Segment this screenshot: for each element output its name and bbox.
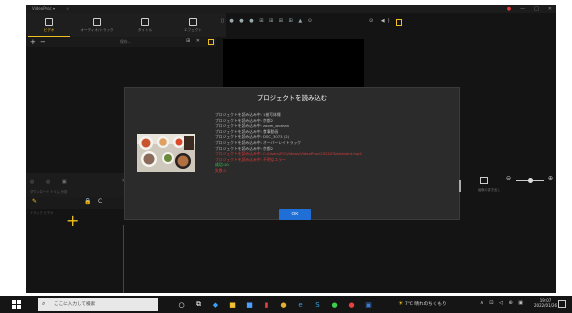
- tab-label: オーディオ/トラック: [80, 28, 114, 32]
- effect-icon: [189, 18, 197, 26]
- weather-widget[interactable]: ☀ 7℃ 晴れのちくもり: [398, 300, 447, 307]
- food-photo: [137, 134, 195, 172]
- library-toolbar: 保存... ⊞ ✕: [116, 37, 216, 47]
- dialog-title: プロジェクトを読み込む: [256, 94, 328, 102]
- tab-label: エフェクト: [184, 28, 202, 32]
- taskbar-search-input[interactable]: ⌕ ここに入力して検索: [38, 298, 158, 311]
- windows-start-icon[interactable]: [12, 300, 21, 309]
- tab-label: ビデオ: [43, 28, 55, 32]
- zoom-slider-knob[interactable]: [528, 178, 533, 183]
- export-image-icon[interactable]: [480, 177, 488, 184]
- chrome-icon[interactable]: ●: [278, 300, 289, 310]
- minimize-button[interactable]: —: [520, 5, 525, 13]
- video-preview: [223, 39, 364, 91]
- tab-effect[interactable]: エフェクト: [172, 13, 214, 37]
- record-icon[interactable]: ●: [507, 5, 511, 13]
- skype-icon[interactable]: S: [312, 300, 323, 310]
- audio-icon: [93, 18, 101, 26]
- load-project-dialog: プロジェクトを読み込む プロジェクトを読み込み中: 1被写体撮 プロジェクトを読…: [124, 87, 461, 220]
- add-icon[interactable]: +: [30, 37, 36, 47]
- library-tools[interactable]: ⊞ ✕: [186, 38, 202, 44]
- title-bar: VideoProc ▾ × ● — □ ✕: [26, 5, 556, 13]
- maximize-button[interactable]: □: [534, 5, 539, 13]
- zoom-in-icon[interactable]: ⊕: [548, 175, 553, 182]
- line-icon[interactable]: ●: [329, 300, 340, 310]
- track-c-icon[interactable]: C: [98, 198, 102, 205]
- search-icon: ⌕: [42, 300, 46, 307]
- desktop: VideoProc ▾ × ● — □ ✕ ビデオ オーディオ/トラック タイト…: [0, 0, 572, 313]
- ok-button[interactable]: OK: [279, 209, 311, 220]
- library-field[interactable]: 保存...: [120, 39, 131, 45]
- project-thumbnail: [137, 134, 195, 172]
- track-label: トラック ビデオ: [30, 211, 54, 215]
- store-icon[interactable]: ■: [244, 300, 255, 310]
- tab-close-icon[interactable]: ×: [66, 5, 69, 13]
- preview-audio-icons[interactable]: ⊙ ◀): [369, 18, 393, 24]
- preview-tool-icons[interactable]: ▯ ● ● ● ⊞ ⊞ ⊞ ⊞ ▲ ⊙: [221, 18, 314, 24]
- zoom-out-icon[interactable]: ⊖: [506, 175, 511, 182]
- notification-icon[interactable]: [558, 300, 566, 308]
- title-icon: [141, 18, 149, 26]
- library-export-icon[interactable]: [208, 39, 214, 45]
- pen-icon[interactable]: ✎: [32, 198, 37, 205]
- lock-icon[interactable]: 🔒: [84, 198, 91, 205]
- export-image-label: 画像の書き出し: [478, 188, 501, 192]
- preview-toolbar: ▯ ● ● ● ⊞ ⊞ ⊞ ⊞ ▲ ⊙ ⊙ ◀): [221, 17, 421, 29]
- clock-date: 2022/01/26: [534, 303, 558, 308]
- preview-export-icon[interactable]: [396, 19, 402, 26]
- tab-label: タイトル: [137, 28, 153, 32]
- failure-count: 失敗:2: [215, 167, 227, 173]
- remove-icon[interactable]: −: [40, 37, 46, 47]
- edit-tools: ◎ ◎ ▣ ダウンロード トリム 分割: [26, 173, 136, 197]
- playhead[interactable]: [123, 225, 124, 293]
- main-tab-bar: ビデオ オーディオ/トラック タイトル エフェクト: [26, 13, 226, 37]
- folder-icon[interactable]: ■: [227, 300, 238, 310]
- taskbar-apps: ○ ⧉ ◆ ■ ■ ▮ ● e S ● ● ▣: [176, 299, 374, 310]
- weather-text: 7℃ 晴れのちくもり: [404, 302, 447, 307]
- photos-icon[interactable]: ▣: [363, 300, 374, 310]
- windows-taskbar: ⌕ ここに入力して検索 ○ ⧉ ◆ ■ ■ ▮ ● e S ● ● ▣ ☀ 7℃ 晴れのちくもり ∧ …: [0, 296, 572, 313]
- edit-tool-labels: ダウンロード トリム 分割: [30, 190, 68, 194]
- videoproc-icon[interactable]: ●: [346, 300, 357, 310]
- add-clip-icon[interactable]: +: [66, 213, 79, 229]
- close-button[interactable]: ✕: [548, 5, 552, 13]
- video-icon: [45, 18, 53, 26]
- timeline-controls: 画像の書き出し ⊖ ⊕: [476, 173, 556, 197]
- media-toolbar: + −: [26, 37, 116, 47]
- videoproc-window: VideoProc ▾ × ● — □ ✕ ビデオ オーディオ/トラック タイト…: [26, 5, 556, 293]
- load-log: プロジェクトを読み込み中: 1被写体撮 プロジェクトを読み込み中: 京都2 プロ…: [215, 112, 447, 174]
- edit-tool-icons[interactable]: ◎ ◎ ▣: [30, 179, 72, 185]
- search-placeholder: ここに入力して検索: [54, 302, 96, 307]
- weather-sun-icon: ☀: [398, 300, 404, 307]
- edge-legacy-icon[interactable]: e: [295, 300, 306, 310]
- window-controls: ● — □ ✕: [507, 5, 552, 13]
- track-header: ✎ 🔒 C: [26, 197, 136, 209]
- task-view-icon[interactable]: ⧉: [193, 300, 204, 310]
- log-scrollbar[interactable]: [459, 180, 461, 192]
- tab-video[interactable]: ビデオ: [28, 13, 70, 37]
- taskbar-clock[interactable]: 19:07 2022/01/26: [534, 298, 557, 308]
- system-tray-icons[interactable]: ∧ ⊡ ◁ ⊕ ▣: [480, 300, 525, 306]
- tab-audio[interactable]: オーディオ/トラック: [76, 13, 118, 37]
- search-app-icon[interactable]: ○: [176, 300, 187, 310]
- app-title[interactable]: VideoProc ▾: [32, 5, 55, 13]
- mail-icon[interactable]: ▮: [261, 300, 272, 310]
- tab-title[interactable]: タイトル: [124, 13, 166, 37]
- edge-icon[interactable]: ◆: [210, 300, 221, 310]
